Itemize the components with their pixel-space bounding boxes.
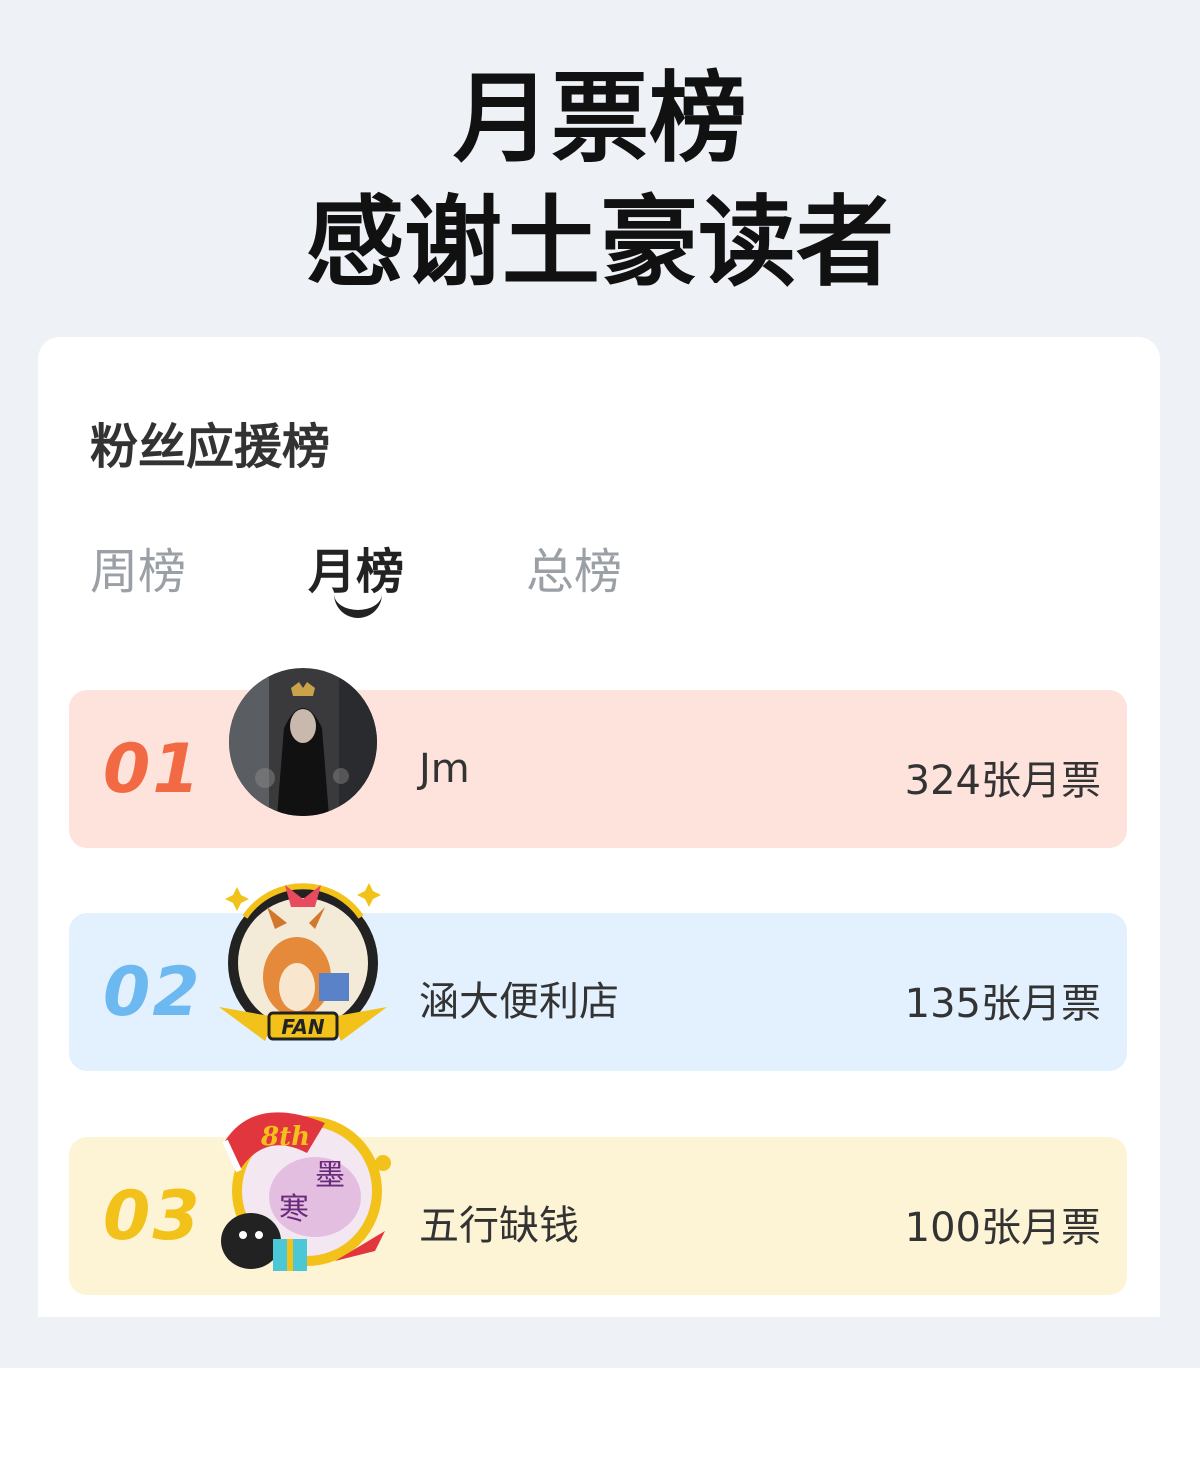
ranking-tabs: 周榜 月榜 总榜 <box>90 532 790 622</box>
gift-badge-avatar[interactable]: 8th 墨 寒 <box>215 1101 391 1281</box>
tab-monthly[interactable]: 月榜 <box>308 532 404 602</box>
rank-number: 02 <box>103 953 202 1032</box>
user-name: 五行缺钱 <box>419 1203 579 1249</box>
user-name: 涵大便利店 <box>419 979 619 1025</box>
user-name: Jm <box>419 746 470 792</box>
vote-count: 135张月票 <box>904 981 1101 1027</box>
dark-portrait-avatar[interactable] <box>229 668 377 816</box>
card-title: 粉丝应援榜 <box>90 419 331 475</box>
leaderboard-row-2[interactable]: 02 FAN 涵大便利店 135张月票 <box>69 883 1127 1071</box>
headline-title: 月票榜 <box>452 62 747 176</box>
tab-active-indicator <box>334 594 382 618</box>
headline: 月票榜 感谢土豪读者 <box>0 60 1200 308</box>
svg-text:寒: 寒 <box>279 1192 309 1227</box>
fan-support-card: 粉丝应援榜 周榜 月榜 总榜 01 Jm 324张月票 02 FAN 涵大便利店… <box>38 337 1160 1317</box>
footer-strip <box>0 1368 1200 1484</box>
vote-count: 100张月票 <box>904 1205 1101 1251</box>
leaderboard-row-1[interactable]: 01 Jm 324张月票 <box>69 668 1127 848</box>
headline-subtitle: 感谢土豪读者 <box>305 186 894 300</box>
corgi-fan-badge-avatar[interactable]: FAN <box>215 877 391 1057</box>
leaderboard-row-3[interactable]: 03 8th 墨 寒 五行缺钱 100张月票 <box>69 1112 1127 1295</box>
tab-weekly[interactable]: 周榜 <box>90 532 186 602</box>
rank-number: 01 <box>103 730 202 809</box>
tab-total[interactable]: 总榜 <box>526 532 622 602</box>
svg-text:墨: 墨 <box>315 1158 345 1193</box>
svg-text:FAN: FAN <box>281 1015 325 1039</box>
vote-count: 324张月票 <box>904 758 1101 804</box>
rank-number: 03 <box>103 1177 202 1256</box>
svg-text:8th: 8th <box>260 1122 310 1152</box>
